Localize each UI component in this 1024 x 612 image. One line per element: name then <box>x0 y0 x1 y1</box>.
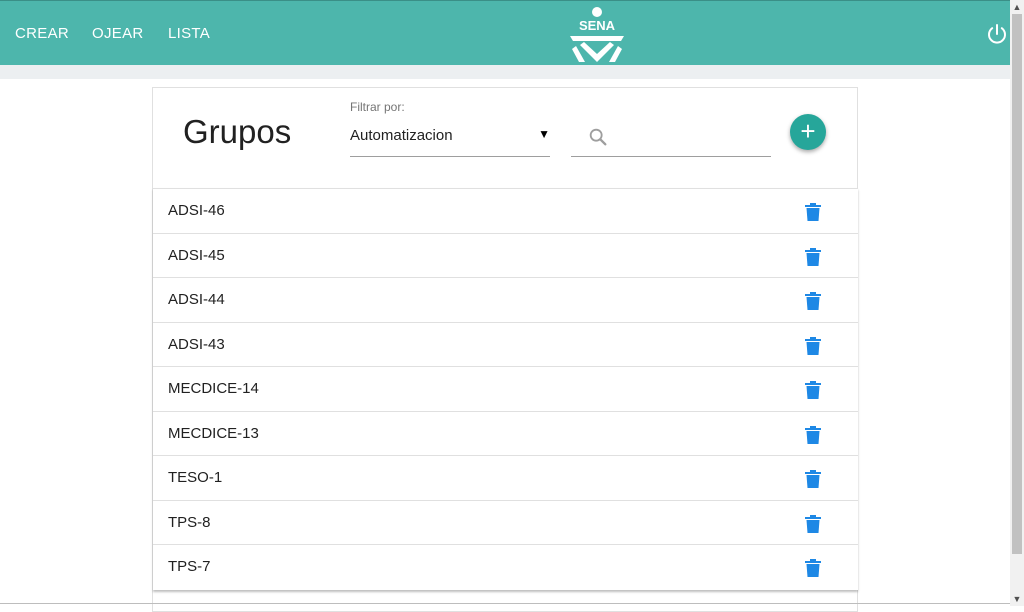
top-app-bar: CREAR OJEAR LISTA SENA <box>0 0 1010 65</box>
group-name: MECDICE-13 <box>168 424 259 442</box>
group-name: ADSI-43 <box>168 335 225 353</box>
plus-icon: + <box>800 116 816 146</box>
group-name: TESO-1 <box>168 469 223 486</box>
scrollbar-thumb[interactable] <box>1012 14 1022 554</box>
group-name: MECDICE-14 <box>168 380 259 397</box>
list-item[interactable]: ADSI-44 <box>153 278 858 323</box>
search-field <box>571 122 771 157</box>
list-item[interactable]: ADSI-43 <box>153 323 858 367</box>
trash-icon[interactable] <box>804 247 822 267</box>
group-list: ADSI-46 ADSI-45 ADSI-44 ADSI-43 MECDICE-14 ME… <box>153 188 858 590</box>
trash-icon[interactable] <box>804 336 822 356</box>
trash-icon[interactable] <box>804 291 822 311</box>
list-item[interactable]: MECDICE-13 <box>153 412 858 456</box>
sena-logo: SENA <box>570 7 624 62</box>
dropdown-arrow-icon: ▼ <box>538 127 550 141</box>
scroll-up-arrow-icon[interactable]: ▲ <box>1010 0 1024 14</box>
nav-lista[interactable]: LISTA <box>168 25 210 42</box>
nav-ojear[interactable]: OJEAR <box>92 25 144 42</box>
filter-selected-value: Automatizacion <box>350 127 453 144</box>
list-item[interactable]: TPS-8 <box>153 501 858 545</box>
vertical-scrollbar[interactable]: ▲ ▼ <box>1010 0 1024 606</box>
page-title: Grupos <box>183 113 292 150</box>
trash-icon[interactable] <box>804 202 822 222</box>
list-item[interactable]: TPS-7 <box>153 545 858 590</box>
list-item[interactable]: ADSI-45 <box>153 234 858 278</box>
power-icon[interactable] <box>985 22 1009 46</box>
list-item[interactable]: ADSI-46 <box>153 189 858 234</box>
list-item[interactable]: TESO-1 <box>153 456 858 501</box>
bottom-divider <box>0 603 1010 604</box>
group-name: TPS-8 <box>168 513 211 531</box>
list-item[interactable]: MECDICE-14 <box>153 367 858 412</box>
group-name: ADSI-44 <box>168 291 225 308</box>
filter-select[interactable]: Automatizacion ▼ <box>350 122 550 157</box>
trash-icon[interactable] <box>804 469 822 489</box>
group-name: TPS-7 <box>168 558 211 575</box>
trash-icon[interactable] <box>804 558 822 578</box>
add-group-button[interactable]: + <box>790 114 826 150</box>
trash-icon[interactable] <box>804 514 822 534</box>
nav-crear[interactable]: CREAR <box>15 25 69 42</box>
scroll-down-arrow-icon[interactable]: ▼ <box>1010 592 1024 606</box>
filter-label: Filtrar por: <box>350 100 405 114</box>
search-icon <box>589 128 607 146</box>
search-input[interactable] <box>619 125 771 151</box>
group-name: ADSI-45 <box>168 246 225 264</box>
group-name: ADSI-46 <box>168 202 225 219</box>
trash-icon[interactable] <box>804 380 822 400</box>
header-divider <box>0 65 1010 79</box>
logo-text: SENA <box>579 18 616 33</box>
trash-icon[interactable] <box>804 425 822 445</box>
